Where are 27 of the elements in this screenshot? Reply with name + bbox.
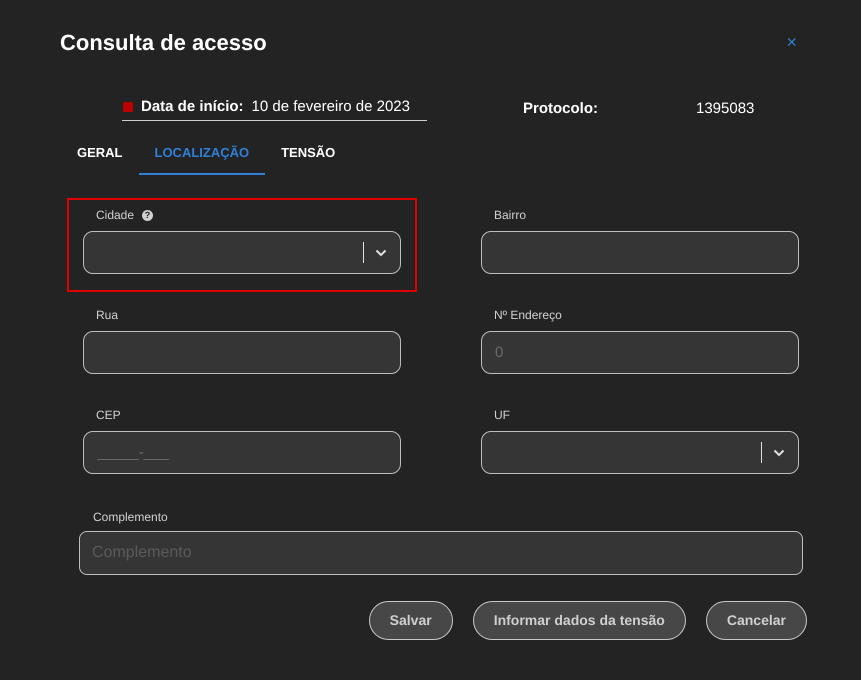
protocol-value: 1395083 <box>696 98 754 119</box>
field-label: Rua <box>96 307 118 324</box>
field-label: Complemento <box>93 509 168 526</box>
input-field[interactable]: _____-___ <box>83 431 401 474</box>
input-field[interactable] <box>83 331 401 374</box>
select-field[interactable] <box>83 231 401 274</box>
date-label: Data de início: <box>141 96 244 117</box>
select-field[interactable] <box>481 431 799 474</box>
chevron-down-icon <box>773 448 785 456</box>
field-label: Bairro <box>494 207 526 224</box>
tab[interactable]: GERAL <box>61 133 138 175</box>
dialog-title: Consulta de acesso <box>60 29 267 57</box>
action-button[interactable]: Cancelar <box>706 601 807 640</box>
close-button[interactable]: × <box>786 29 797 56</box>
action-button[interactable]: Salvar <box>368 601 453 640</box>
help-icon[interactable]: ? <box>142 210 154 220</box>
protocol-label: Protocolo: <box>523 98 599 119</box>
date-value: 10 de fevereiro de 2023 <box>252 96 410 117</box>
tab[interactable]: LOCALIZAÇÃO <box>138 133 266 175</box>
input-field[interactable] <box>481 231 799 274</box>
chevron-down-icon <box>375 248 387 256</box>
field-label: Nº Endereço <box>494 307 562 324</box>
field-label: UF <box>494 407 510 424</box>
field-label: CEP <box>96 407 121 424</box>
field-label: Cidade <box>96 207 134 224</box>
tab[interactable]: TENSÃO <box>265 133 352 175</box>
action-button[interactable]: Informar dados da tensão <box>472 601 686 640</box>
